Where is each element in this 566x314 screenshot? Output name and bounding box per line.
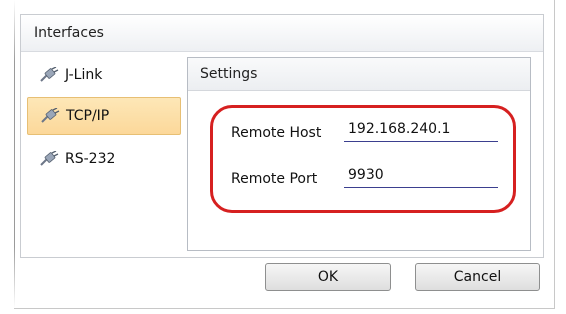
interface-label: TCP/IP (66, 108, 110, 124)
interface-label: RS-232 (65, 151, 116, 167)
remote-host-label: Remote Host (231, 125, 322, 141)
plug-icon (41, 108, 60, 123)
remote-host-input[interactable] (344, 121, 498, 142)
interfaces-header: Interfaces (21, 15, 543, 52)
settings-title: Settings (200, 66, 258, 82)
remote-port-label: Remote Port (231, 171, 318, 187)
interface-item-rs232[interactable]: RS-232 (27, 141, 179, 177)
settings-panel: Settings (187, 57, 531, 251)
interface-item-tcpip[interactable]: TCP/IP (27, 97, 181, 135)
plug-icon (40, 151, 59, 166)
cancel-button[interactable]: Cancel (415, 263, 540, 291)
settings-header: Settings (188, 58, 530, 91)
interface-item-jlink[interactable]: J-Link (27, 57, 179, 93)
interface-label: J-Link (65, 67, 103, 83)
interfaces-title: Interfaces (34, 25, 104, 41)
plug-icon (40, 67, 59, 82)
remote-port-input[interactable] (344, 167, 498, 188)
dialog-left-edge (14, 0, 15, 308)
ok-button[interactable]: OK (265, 263, 391, 291)
